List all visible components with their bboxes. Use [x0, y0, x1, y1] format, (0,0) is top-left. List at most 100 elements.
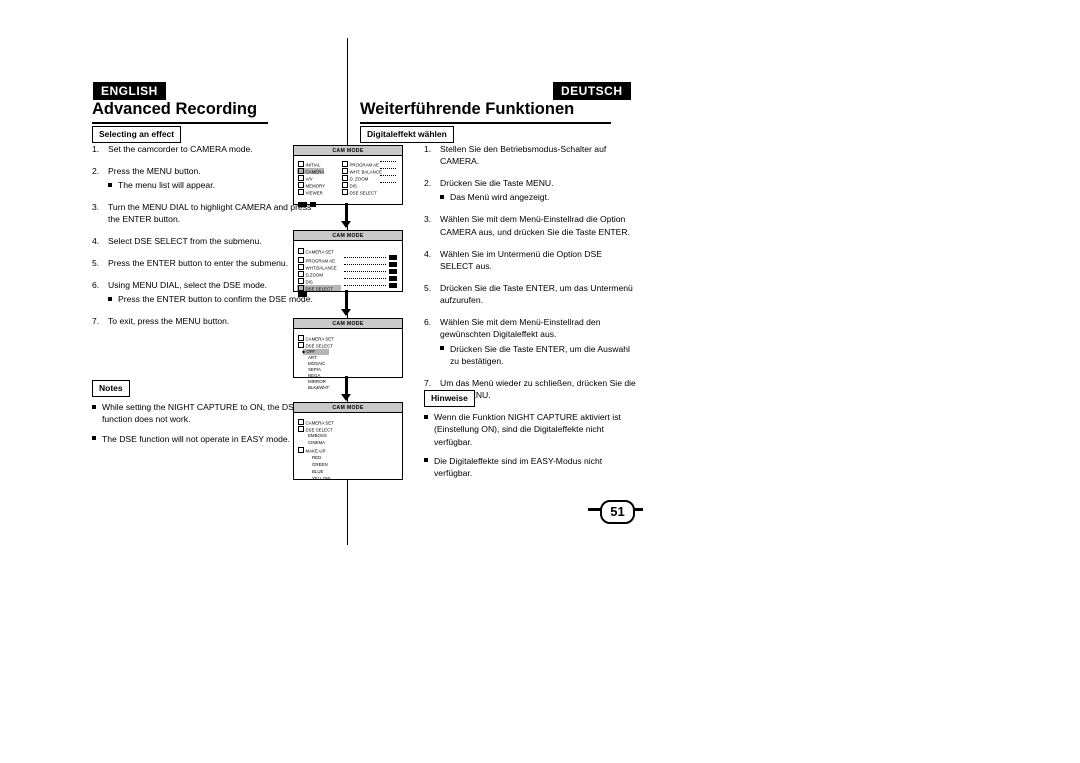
lcd-menu-item: D.ZOOM: [305, 272, 324, 278]
lcd-submenu-item: D. ZOOM: [349, 176, 369, 182]
lcd-screen-camera-set: CAM MODE CAMERA SET PROGRAM AE WHT.BALAN…: [293, 230, 403, 297]
note-item: The DSE function will not operate in EAS…: [92, 433, 314, 445]
step-number: 4.: [92, 236, 100, 247]
lcd-menu-item: A/V: [305, 176, 313, 182]
step-sub-text: Das Menü wird angezeigt.: [450, 192, 550, 203]
step-text: Wählen Sie im Untermenü die Option DSE S…: [440, 248, 602, 271]
language-badge-english: ENGLISH: [93, 82, 166, 100]
lcd-menu-item: MIRROR: [308, 379, 326, 384]
instruction-step: 2. Press the MENU button. The menu list wi…: [92, 165, 314, 192]
notes-label-english: Notes: [92, 380, 130, 397]
dot-leader: [344, 271, 386, 272]
step-number: 3.: [92, 202, 100, 213]
lcd-value-box: [389, 283, 397, 288]
square-bullet-icon: [424, 458, 428, 463]
bullet-icon: [298, 257, 304, 263]
step-text: Turn the MENU DIAL to highlight CAMERA a…: [108, 202, 312, 225]
folder-icon: [298, 161, 304, 167]
lcd-menu-item: MAKE-UP: [305, 448, 326, 454]
square-bullet-icon: [440, 194, 444, 199]
square-bullet-icon: [108, 296, 112, 301]
step-number: 6.: [92, 280, 100, 291]
dot-leader: [344, 264, 386, 265]
note-text: While setting the NIGHT CAPTURE to ON, t…: [102, 402, 300, 425]
flow-arrow-1: [341, 221, 351, 228]
step-text: Press the ENTER button to enter the subm…: [108, 258, 289, 269]
step-number: 2.: [424, 178, 432, 189]
bullet-icon: [342, 161, 348, 167]
step-number: 5.: [92, 258, 100, 269]
square-bullet-icon: [424, 414, 428, 419]
step-text: Wählen Sie mit dem Menü-Einstellrad die …: [440, 214, 630, 237]
lcd-submenu-item: DSE SELECT: [349, 190, 377, 196]
lcd-title: CAM MODE: [294, 146, 402, 156]
lcd-menu-item: CAMERA: [305, 169, 325, 175]
steps-list-deutsch: 1. Stellen Sie den Betriebsmodus-Schalter…: [424, 143, 636, 411]
step-text: Wählen Sie mit dem Menü-Einstellrad den …: [440, 316, 601, 340]
lcd-menu-item: WHT.BALANCE: [305, 265, 337, 271]
lcd-menu-item: PROGRAM AE: [305, 258, 336, 264]
lcd-menu-item: CAMERA SET: [305, 336, 334, 342]
lcd-value-box: [389, 255, 397, 260]
lcd-menu-item: NEGA: [308, 373, 321, 378]
lcd-screen-dse-select-1: CAM MODE CAMERA SET DSE SELECT ◆ OFF ART…: [293, 318, 403, 390]
lcd-status-icon: [310, 202, 316, 207]
bullet-icon: [298, 426, 304, 432]
step-number: 3.: [424, 214, 432, 225]
lcd-menu-item: BLK&WHT: [308, 385, 330, 390]
pointer-icon: ◆: [302, 349, 306, 354]
lcd-menu-item: CAMERA SET: [305, 249, 334, 255]
note-item: Wenn die Funktion NIGHT CAPTURE aktivier…: [424, 411, 636, 448]
lcd-value-box: [389, 262, 397, 267]
dot-leader: [380, 168, 396, 169]
lcd-menu-item: SEPIA: [308, 367, 321, 372]
step-number: 1.: [92, 144, 100, 154]
step-text: Set the camcorder to CAMERA mode.: [108, 144, 253, 154]
step-text: Stellen Sie den Betriebsmodus-Schalter a…: [440, 144, 607, 167]
dot-leader: [380, 182, 396, 183]
step-text: Drücken Sie die Taste MENU.: [440, 178, 554, 189]
instruction-step: 4. Select DSE SELECT from the submenu.: [92, 235, 314, 247]
manual-page: ENGLISH DEUTSCH Advanced Recording Weite…: [0, 0, 1080, 763]
memory-icon: [298, 182, 304, 188]
lcd-menu-item: CINEMA: [308, 440, 326, 445]
lcd-status-icon: [298, 202, 307, 207]
step-sub-item: Drücken Sie die Taste ENTER, um die Ausw…: [440, 343, 636, 368]
step-sub-item: Press the ENTER button to confirm the DS…: [108, 293, 314, 305]
instruction-step: 5. Press the ENTER button to enter the su…: [92, 257, 314, 269]
step-sub-text: The menu list will appear.: [118, 180, 215, 191]
lcd-submenu-item: DIS: [349, 183, 357, 189]
lcd-body: CAMERA SET DSE SELECT EMBOSS CINEMA MAKE…: [294, 413, 402, 489]
instruction-step: 5. Drücken Sie die Taste ENTER, um das Un…: [424, 282, 636, 307]
lcd-title: CAM MODE: [294, 231, 402, 241]
note-item: While setting the NIGHT CAPTURE to ON, t…: [92, 401, 314, 426]
lcd-menu-item: BLUE: [312, 469, 324, 474]
step-number: 7.: [424, 377, 432, 388]
instruction-step: 3. Wählen Sie mit dem Menü-Einstellrad di…: [424, 213, 636, 238]
lcd-body: CAMERA SET PROGRAM AE WHT.BALANCE D.ZOOM…: [294, 241, 402, 301]
dot-leader: [380, 175, 396, 176]
step-text: To exit, press the MENU button.: [108, 316, 230, 327]
title-underline-right: [360, 122, 611, 124]
lcd-screen-main-menu: CAM MODE INITIAL CAMERA A/V MEMORY VIEWE…: [293, 145, 403, 207]
dot-leader: [344, 285, 386, 286]
av-icon: [298, 175, 304, 181]
lcd-screen-dse-select-2: CAM MODE CAMERA SET DSE SELECT EMBOSS CI…: [293, 402, 403, 481]
lcd-menu-item: MOSAIC: [308, 361, 326, 366]
step-number: 6.: [424, 316, 432, 327]
lcd-value-box: [389, 276, 397, 281]
lcd-menu-item: CAMERA SET: [305, 420, 334, 426]
camera-icon: [298, 335, 304, 341]
lcd-menu-item: YELLOW: [312, 476, 331, 481]
viewer-icon: [298, 189, 304, 195]
step-sub-item: Das Menü wird angezeigt.: [440, 191, 636, 203]
page-number: 51: [600, 500, 635, 524]
notes-label-deutsch: Hinweise: [424, 390, 475, 407]
flow-arrow-stem: [345, 203, 348, 222]
camera-icon: [298, 419, 304, 425]
lcd-menu-item: RED: [312, 455, 322, 460]
dot-leader: [344, 257, 386, 258]
section-label-english: Selecting an effect: [92, 126, 182, 143]
lcd-submenu-item: WHT. BALANCE: [349, 169, 382, 175]
bullet-icon: [298, 271, 304, 277]
